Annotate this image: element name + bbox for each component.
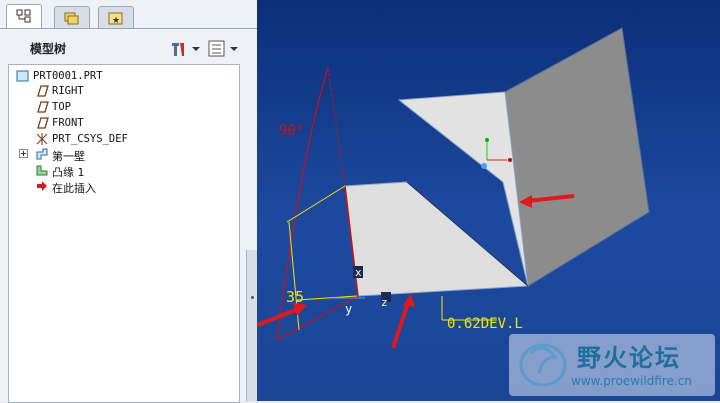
tab-divider <box>0 28 257 29</box>
tools-icon <box>172 43 200 56</box>
axis-z-label: z <box>381 296 388 309</box>
layers-icon <box>64 12 79 25</box>
tree-item-csys[interactable]: PRT_CSYS_DEF <box>52 133 128 145</box>
tree-item-part[interactable]: PRT0001.PRT <box>33 70 103 82</box>
svg-text:★: ★ <box>112 16 120 26</box>
part-icon <box>16 70 29 82</box>
datum-plane-icon <box>37 117 49 129</box>
tree-item-front[interactable]: FRONT <box>52 117 84 129</box>
watermark-url: www.proewildfire.cn <box>571 374 692 388</box>
tree-item-right[interactable]: RIGHT <box>52 85 84 97</box>
offset-label[interactable]: 0.62DEV.L <box>447 316 523 332</box>
flange-wall <box>504 27 650 287</box>
angle-leader <box>327 67 346 187</box>
model-tree-icon <box>16 9 31 23</box>
favorites-tab[interactable]: ★ <box>98 6 134 29</box>
panel-tabs: ★ <box>6 4 256 29</box>
first-wall-icon <box>36 148 48 160</box>
angle-label[interactable]: 90° <box>279 123 304 139</box>
3d-viewport[interactable]: 90° 35 0.62DEV.L x y z 野火论坛 www.proewild… <box>257 0 720 401</box>
model-tree-panel: ★ 模型树 PRT0001.PRT RIGHT TOP FRONT PRT_CS… <box>0 0 257 403</box>
length-extension-top <box>286 185 346 223</box>
tree-item-top[interactable]: TOP <box>52 101 71 113</box>
tree-item-flange[interactable]: 凸缘 1 <box>52 164 85 180</box>
axis-y-label: y <box>345 302 352 316</box>
datum-plane-icon <box>37 85 49 97</box>
splitter-grip[interactable] <box>251 296 254 299</box>
model-tree: PRT0001.PRT RIGHT TOP FRONT PRT_CSYS_DEF… <box>8 64 240 403</box>
tree-item-first-wall[interactable]: 第一壁 <box>52 148 85 164</box>
triad-x-end <box>508 158 512 162</box>
expand-icon[interactable] <box>19 149 29 159</box>
watermark: 野火论坛 www.proewildfire.cn <box>509 334 715 396</box>
panel-title: 模型树 <box>30 42 67 56</box>
tree-item-insert-here[interactable]: 在此插入 <box>52 180 96 196</box>
triad-y-end <box>485 138 489 142</box>
base-wall <box>344 181 530 297</box>
show-dropdown[interactable] <box>208 40 240 58</box>
triad-origin <box>481 163 487 169</box>
arrow-1 <box>257 303 307 328</box>
csys-icon <box>36 133 48 145</box>
flange-icon <box>36 165 48 176</box>
layer-tab[interactable] <box>54 6 90 29</box>
panel-splitter[interactable] <box>246 250 257 401</box>
folder-star-icon: ★ <box>108 12 123 26</box>
forum-logo-icon <box>519 343 567 387</box>
watermark-title: 野火论坛 <box>577 344 681 372</box>
arrow-2 <box>391 294 415 349</box>
insert-here-icon <box>37 181 47 191</box>
model-tree-tab[interactable] <box>6 4 42 29</box>
axis-x-label: x <box>355 266 362 279</box>
list-icon <box>208 40 238 57</box>
datum-plane-icon <box>37 101 49 113</box>
settings-dropdown[interactable] <box>170 40 202 58</box>
